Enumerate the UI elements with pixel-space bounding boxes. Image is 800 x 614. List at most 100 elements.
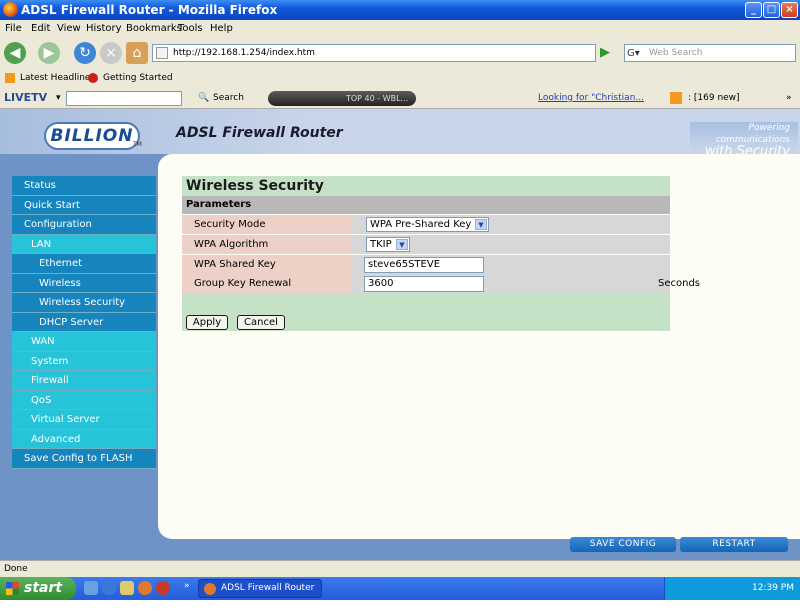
apply-button[interactable]: Apply [186, 315, 228, 330]
search-icon: 🔍 [198, 93, 210, 103]
search-engine-icon[interactable]: G▾ [627, 46, 640, 62]
quicklaunch-folder-icon[interactable] [120, 581, 134, 595]
firefox-bookmark-icon [88, 73, 98, 83]
livetv-logo: LIVETV [4, 91, 48, 104]
sidebar-nav: Status Quick Start Configuration LAN Eth… [12, 176, 156, 469]
powered-line1: Powering communications [715, 123, 790, 145]
cancel-button[interactable]: Cancel [237, 315, 285, 330]
url-bar[interactable]: http://192.168.1.254/index.htm [152, 44, 596, 62]
stop-icon[interactable]: × [100, 42, 122, 64]
wpa-shared-key-label: WPA Shared Key [182, 255, 352, 274]
livetv-search-input[interactable] [66, 91, 182, 106]
windows-taskbar: start » ADSL Firewall Router ... 12:39 P… [0, 577, 800, 610]
status-bar: Done [0, 560, 800, 577]
back-icon[interactable]: ◀ [4, 42, 26, 64]
menu-tools[interactable]: Tools [178, 23, 203, 34]
wpa-algorithm-cell: TKIP ▼ [354, 235, 670, 254]
sidebar-item-qos[interactable]: QoS [12, 390, 156, 410]
security-mode-value: WPA Pre-Shared Key [370, 219, 472, 230]
bookmark-getting-started[interactable]: Getting Started [103, 73, 173, 83]
sidebar-item-save-config[interactable]: Save Config to FLASH [12, 449, 156, 469]
group-key-renewal-row: Group Key Renewal 3600 Seconds [182, 274, 700, 293]
overflow-icon[interactable]: » [786, 93, 792, 103]
start-label: start [24, 580, 63, 596]
sidebar-item-quick-start[interactable]: Quick Start [12, 195, 156, 215]
livetv-dropdown-icon[interactable]: ▾ [56, 93, 61, 103]
sidebar-item-status[interactable]: Status [12, 176, 156, 196]
section-header: Parameters [182, 196, 670, 214]
window-titlebar: ADSL Firewall Router - Mozilla Firefox _… [0, 0, 800, 20]
search-input[interactable]: G▾ Web Search [624, 44, 796, 62]
menu-edit[interactable]: Edit [31, 23, 50, 34]
logo-trademark: TM [133, 141, 142, 148]
group-key-renewal-label: Group Key Renewal [182, 274, 352, 293]
sidebar-item-ethernet[interactable]: Ethernet [12, 254, 156, 274]
promo-link[interactable]: Looking for "Christian... [538, 93, 644, 103]
search-placeholder: Web Search [649, 48, 703, 58]
sidebar-item-system[interactable]: System [12, 351, 156, 371]
window-title: ADSL Firewall Router - Mozilla Firefox [21, 3, 278, 17]
sidebar-item-virtual-server[interactable]: Virtual Server [12, 410, 156, 430]
rss-icon [5, 73, 15, 83]
wpa-shared-key-row: WPA Shared Key steve65STEVE [182, 255, 670, 274]
chevron-down-icon[interactable]: ▼ [396, 239, 408, 250]
quicklaunch-overflow-icon[interactable]: » [184, 581, 190, 591]
restart-button[interactable]: RESTART [680, 537, 788, 552]
minimize-button[interactable]: _ [745, 2, 762, 18]
sidebar-item-wireless[interactable]: Wireless [12, 273, 156, 293]
wpa-shared-key-cell: steve65STEVE [354, 255, 670, 274]
menu-help[interactable]: Help [210, 23, 233, 34]
save-config-button[interactable]: SAVE CONFIG [570, 537, 676, 552]
taskbar-firefox-window[interactable]: ADSL Firewall Router ... [198, 579, 322, 610]
status-text: Done [4, 564, 28, 574]
security-mode-select[interactable]: WPA Pre-Shared Key ▼ [366, 217, 489, 232]
chevron-down-icon[interactable]: ▼ [475, 219, 487, 230]
go-icon[interactable]: ▶ [600, 45, 616, 61]
sidebar-item-firewall[interactable]: Firewall [12, 371, 156, 391]
security-mode-row: Security Mode WPA Pre-Shared Key ▼ [182, 215, 670, 234]
livetv-search-button[interactable]: Search [213, 93, 244, 103]
powered-by-logo: Powering communications with Security [690, 122, 798, 158]
system-tray: 12:39 PM [664, 577, 800, 600]
start-button[interactable]: start [0, 577, 76, 600]
quicklaunch-ie-icon[interactable] [102, 581, 116, 595]
quicklaunch-desktop-icon[interactable] [84, 581, 98, 595]
menu-view[interactable]: View [57, 23, 81, 34]
security-mode-cell: WPA Pre-Shared Key ▼ [354, 215, 670, 234]
home-icon[interactable]: ⌂ [126, 42, 148, 64]
radio-player[interactable]: TOP 40 - WBL... [268, 91, 416, 106]
seconds-unit-label: Seconds [658, 278, 701, 289]
billion-logo: BILLION [44, 122, 140, 150]
bookmark-latest-headlines[interactable]: Latest Headlines [20, 73, 95, 83]
sidebar-item-dhcp-server[interactable]: DHCP Server [12, 312, 156, 332]
menu-file[interactable]: File [5, 23, 22, 34]
page-title: ADSL Firewall Router [176, 125, 343, 141]
quicklaunch-app-icon[interactable] [156, 581, 170, 595]
wpa-shared-key-input[interactable]: steve65STEVE [364, 257, 484, 273]
windows-logo-icon [6, 582, 19, 595]
sidebar-item-configuration[interactable]: Configuration [12, 215, 156, 235]
menu-history[interactable]: History [86, 23, 122, 34]
group-key-renewal-cell: 3600 Seconds [354, 274, 700, 293]
maximize-button[interactable]: □ [763, 2, 780, 18]
quicklaunch-firefox-icon[interactable] [138, 581, 152, 595]
sidebar-item-wan[interactable]: WAN [12, 332, 156, 352]
sidebar-item-advanced[interactable]: Advanced [12, 429, 156, 449]
firefox-icon [3, 2, 18, 17]
sidebar-item-wireless-security[interactable]: Wireless Security [12, 293, 156, 313]
forward-icon[interactable]: ▶ [38, 42, 60, 64]
rss-feed-icon[interactable] [670, 92, 682, 104]
wpa-algorithm-label: WPA Algorithm [182, 235, 352, 254]
reload-icon[interactable]: ↻ [74, 42, 96, 64]
menu-bookmarks[interactable]: Bookmarks [126, 23, 182, 34]
close-button[interactable]: × [781, 2, 798, 18]
wpa-algorithm-select[interactable]: TKIP ▼ [366, 237, 410, 252]
group-key-renewal-input[interactable]: 3600 [364, 276, 484, 292]
clock[interactable]: 12:39 PM [752, 583, 794, 593]
wpa-algorithm-value: TKIP [370, 239, 392, 250]
rss-count[interactable]: : [169 new] [688, 93, 740, 103]
sidebar-item-lan[interactable]: LAN [12, 234, 156, 254]
security-mode-label: Security Mode [182, 215, 352, 234]
menu-bar: File Edit View History Bookmarks Tools H… [0, 20, 800, 38]
wpa-algorithm-row: WPA Algorithm TKIP ▼ [182, 235, 670, 254]
